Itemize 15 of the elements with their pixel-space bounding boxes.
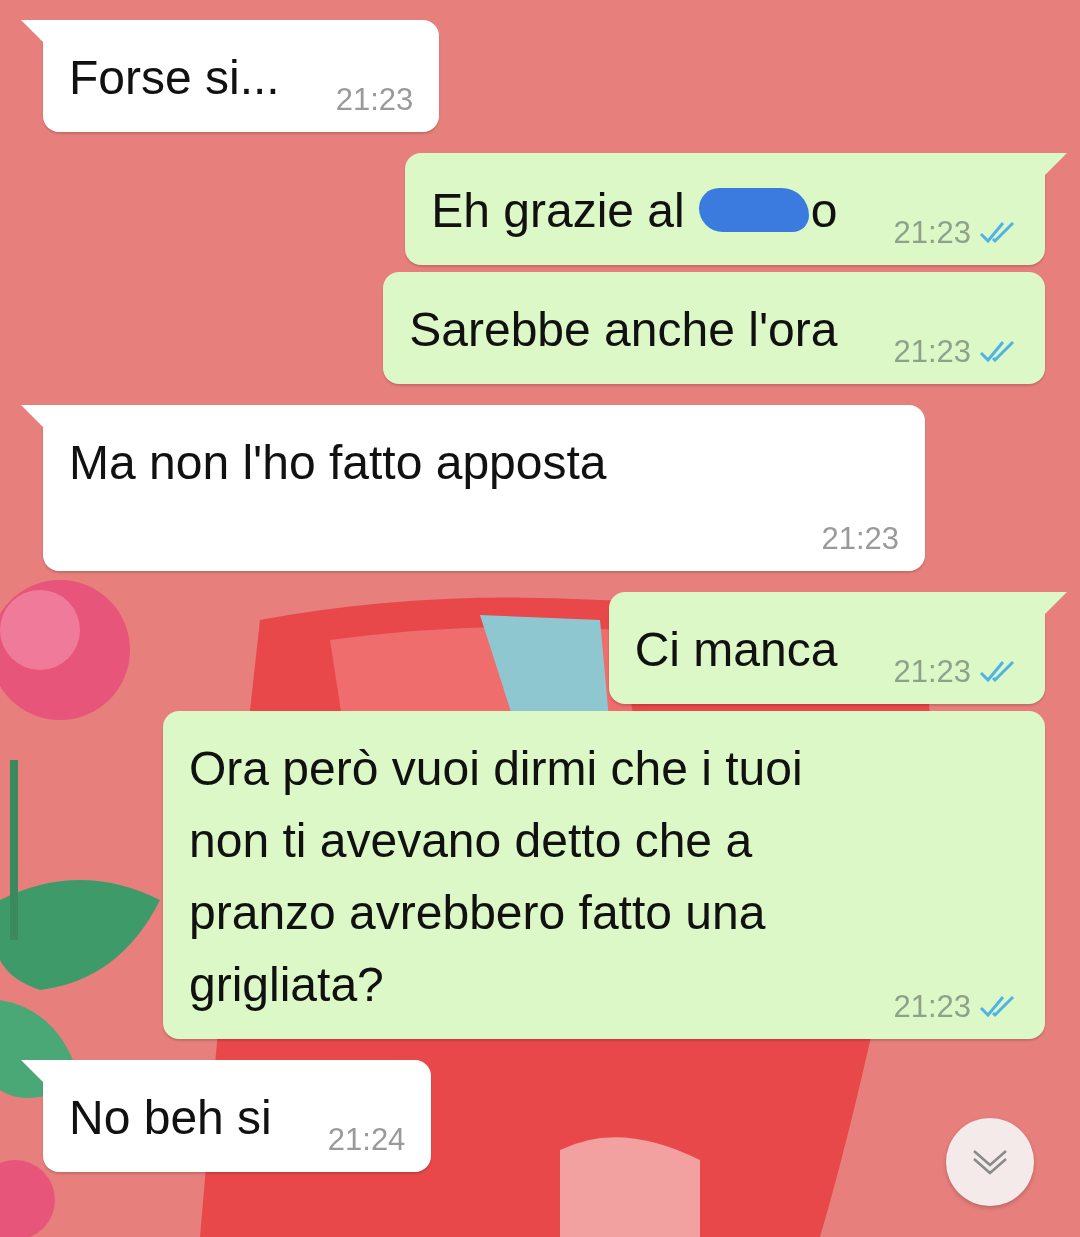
message-time: 21:23 — [893, 654, 971, 690]
message-text: No beh si — [69, 1091, 272, 1144]
message-time: 21:23 — [893, 989, 971, 1025]
message-text: Ci manca — [634, 623, 838, 676]
message-time: 21:23 — [893, 334, 971, 370]
message-time: 21:23 — [335, 82, 414, 118]
message-text: Eh grazie al — [431, 184, 685, 237]
message-text: Sarebbe anche l'ora — [409, 303, 838, 356]
message-text: Forse si... — [69, 51, 280, 104]
message-time: 21:23 — [893, 215, 971, 251]
message-time: 21:24 — [327, 1122, 406, 1158]
message-text: Ma non l'ho fatto apposta — [69, 436, 607, 489]
message-time: 21:23 — [821, 521, 899, 557]
message-text: o — [810, 184, 838, 237]
message-text: Ora però vuoi dirmi che i tuoi non ti avevano detto che a pranzo avrebbero fatto una grigliata? — [189, 742, 803, 1011]
